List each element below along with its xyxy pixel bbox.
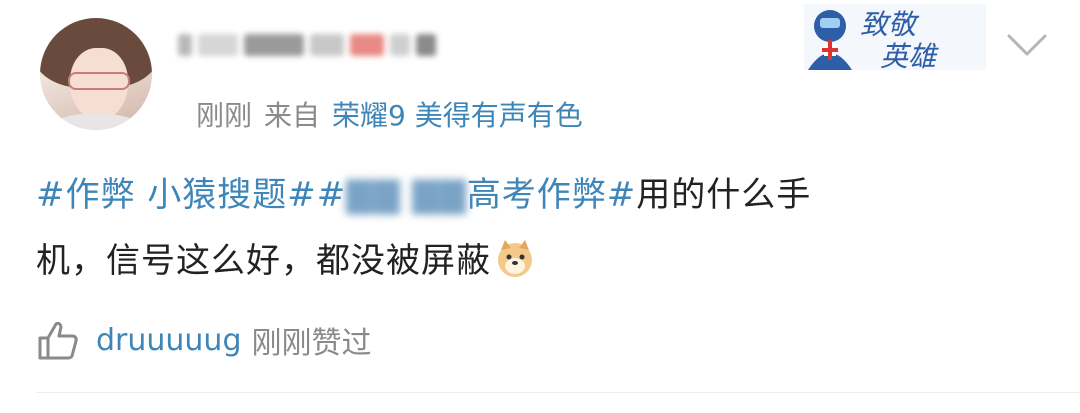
post-meta: 刚刚 来自 荣耀9 美得有声有色 xyxy=(196,94,583,134)
post-source[interactable]: 荣耀9 美得有声有色 xyxy=(332,94,583,134)
badge-text-bottom: 英雄 xyxy=(880,42,939,73)
post-content: #作弊 小猿搜题##▇▇ ▇▇高考作弊#用的什么手 机，信号这么好，都没被屏蔽 xyxy=(36,162,1036,294)
thumbs-up-icon[interactable] xyxy=(36,318,80,362)
avatar-glasses xyxy=(68,72,130,90)
avatar-body xyxy=(50,114,142,130)
topic-tag-1[interactable]: #作弊 小猿搜题# xyxy=(36,175,317,215)
avatar[interactable] xyxy=(40,18,152,130)
content-line1-tail: 用的什么手 xyxy=(636,175,812,215)
content-line2: 机，信号这么好，都没被屏蔽 xyxy=(36,241,491,281)
liker-name[interactable]: druuuuug xyxy=(96,323,242,358)
topic-tag-2[interactable]: #▇▇ ▇▇高考作弊# xyxy=(317,175,636,215)
chevron-down-icon[interactable] xyxy=(1005,30,1049,60)
source-prefix: 来自 xyxy=(264,99,321,132)
post-time: 刚刚 xyxy=(196,99,253,132)
like-row: druuuuug 刚刚赞过 xyxy=(36,316,372,364)
divider xyxy=(36,392,1080,393)
username-redacted[interactable] xyxy=(178,28,448,62)
tribute-badge: 致敬 英雄 xyxy=(804,4,986,73)
doge-emoji xyxy=(498,240,532,277)
badge-text-top: 致敬 xyxy=(860,10,920,41)
redacted-text: ▇▇ ▇▇ xyxy=(346,175,467,215)
like-text: 刚刚赞过 xyxy=(251,326,372,361)
